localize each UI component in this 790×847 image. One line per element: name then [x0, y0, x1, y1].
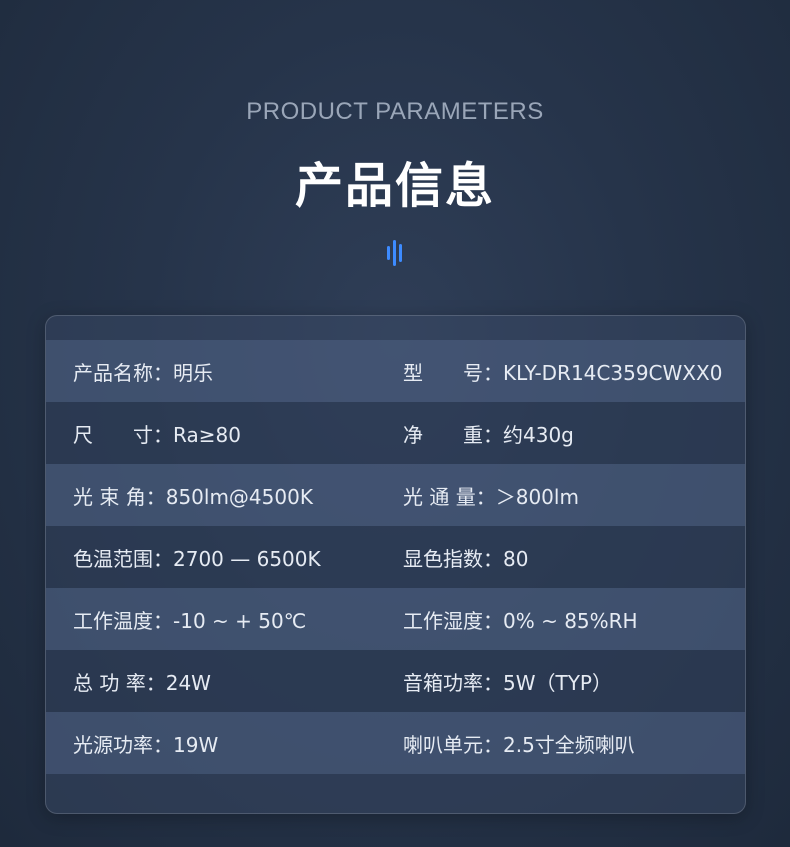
param-beam-angle: 光 束 角：850lm@4500K	[73, 484, 313, 509]
param-light-source-power: 光源功率：19W	[73, 732, 219, 757]
param-row: 色温范围：2700 — 6500K 显色指数：80	[46, 526, 745, 588]
param-cri: 显色指数：80	[403, 546, 529, 571]
param-speaker-power: 音箱功率：5W（TYP）	[403, 670, 612, 695]
param-color-temp-range: 色温范围：2700 — 6500K	[73, 546, 321, 571]
param-product-name: 产品名称：明乐	[73, 360, 213, 385]
param-model: 型 号：KLY-DR14C359CWXX0	[403, 360, 723, 385]
param-row: 产品名称：明乐 型 号：KLY-DR14C359CWXX0	[46, 340, 745, 402]
param-speaker-unit: 喇叭单元：2.5寸全频喇叭	[403, 732, 635, 757]
param-row: 光源功率：19W 喇叭单元：2.5寸全频喇叭	[46, 712, 745, 774]
param-luminous-flux: 光 通 量：＞800lm	[403, 484, 579, 509]
param-operating-temp: 工作温度：-10 ~ + 50℃	[73, 608, 307, 633]
section-title: 产品信息	[294, 158, 495, 214]
param-row: 光 束 角：850lm@4500K 光 通 量：＞800lm	[46, 464, 745, 526]
section-subtitle-en: PRODUCT PARAMETERS	[246, 98, 544, 125]
equalizer-icon	[386, 240, 406, 266]
param-operating-humidity: 工作湿度：0% ~ 85%RH	[403, 608, 638, 633]
param-row: 尺 寸：Ra≥80 净 重：约430g	[46, 402, 745, 464]
param-row: 工作温度：-10 ~ + 50℃ 工作湿度：0% ~ 85%RH	[46, 588, 745, 650]
param-size: 尺 寸：Ra≥80	[73, 422, 241, 447]
param-total-power: 总 功 率：24W	[73, 670, 211, 695]
parameters-card: 产品名称：明乐 型 号：KLY-DR14C359CWXX0 尺 寸：Ra≥80 …	[45, 315, 746, 814]
param-net-weight: 净 重：约430g	[403, 422, 574, 447]
param-row: 总 功 率：24W 音箱功率：5W（TYP）	[46, 650, 745, 712]
